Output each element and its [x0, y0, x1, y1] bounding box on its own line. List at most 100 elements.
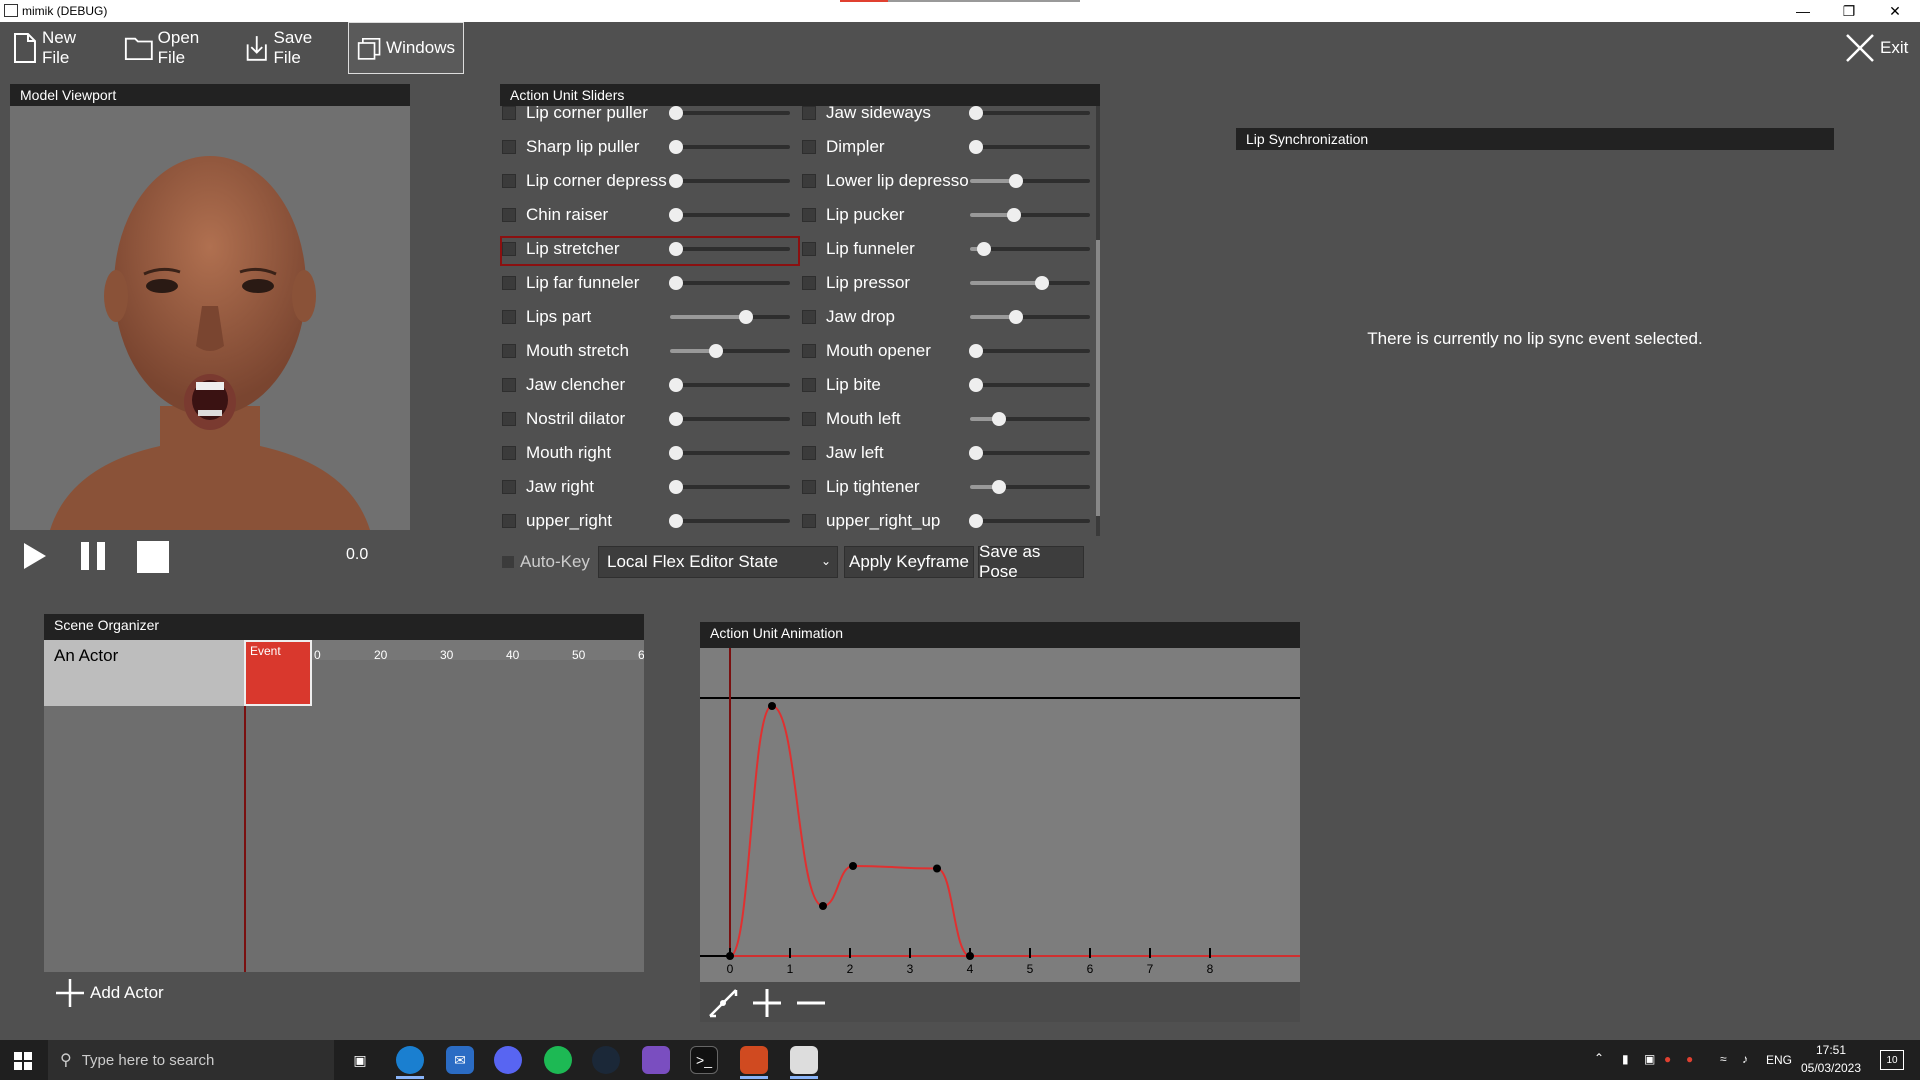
keyframe-point[interactable] — [726, 952, 734, 960]
restore-icon[interactable]: ❐ — [1826, 0, 1872, 22]
slider-track[interactable] — [669, 174, 790, 188]
slider-checkbox[interactable] — [802, 276, 816, 290]
keyframe-point[interactable] — [768, 702, 776, 710]
exit-button[interactable]: Exit — [1836, 22, 1920, 74]
slider-track[interactable] — [970, 276, 1090, 290]
spotify-icon[interactable] — [544, 1046, 572, 1074]
model-viewport[interactable] — [10, 106, 410, 530]
language-indicator[interactable]: ENG — [1766, 1053, 1792, 1067]
slider-checkbox[interactable] — [802, 242, 816, 256]
slider-knob[interactable] — [669, 106, 683, 120]
slider-track[interactable] — [970, 480, 1090, 494]
slider-knob[interactable] — [969, 106, 983, 120]
slider-checkbox[interactable] — [502, 106, 516, 120]
event-block[interactable]: Event — [244, 640, 312, 706]
slider-track[interactable] — [970, 208, 1090, 222]
sliders-scrollbar-thumb[interactable] — [1096, 240, 1100, 516]
wifi-icon[interactable]: ≈ — [1720, 1052, 1727, 1066]
slider-checkbox[interactable] — [802, 208, 816, 222]
visual-studio-icon[interactable] — [642, 1046, 670, 1074]
slider-track[interactable] — [669, 480, 790, 494]
slider-track[interactable] — [969, 344, 1090, 358]
slider-knob[interactable] — [669, 140, 683, 154]
discord-icon[interactable] — [494, 1046, 522, 1074]
slider-checkbox[interactable] — [502, 514, 516, 528]
stop-icon[interactable] — [136, 540, 170, 574]
minimize-icon[interactable]: — — [1780, 0, 1826, 22]
add-actor-button[interactable]: Add Actor — [46, 972, 172, 1014]
slider-track[interactable] — [669, 378, 790, 392]
slider-checkbox[interactable] — [802, 106, 816, 120]
tangent-handle-icon[interactable] — [706, 986, 740, 1020]
app-tray-icon-2[interactable]: ● — [1686, 1052, 1693, 1066]
slider-track[interactable] — [669, 412, 790, 426]
slider-checkbox[interactable] — [502, 480, 516, 494]
new-file-button[interactable]: New File — [4, 22, 116, 74]
slider-knob[interactable] — [669, 174, 683, 188]
state-select[interactable]: Local Flex Editor State ⌄ — [598, 546, 838, 578]
pinned-app-icon[interactable] — [740, 1046, 768, 1074]
slider-knob[interactable] — [669, 412, 683, 426]
slider-track[interactable] — [970, 310, 1090, 324]
slider-knob[interactable] — [991, 480, 1006, 494]
windows-start-icon[interactable] — [14, 1052, 32, 1070]
slider-checkbox[interactable] — [502, 344, 516, 358]
tray-overflow-icon[interactable]: ⌃ — [1594, 1051, 1604, 1065]
save-as-pose-button[interactable]: Save as Pose — [978, 542, 1084, 581]
slider-checkbox[interactable] — [502, 174, 516, 188]
mail-icon[interactable]: ✉ — [446, 1046, 474, 1074]
open-file-button[interactable]: Open File — [116, 22, 234, 74]
notification-icon[interactable]: 10 — [1880, 1050, 1904, 1070]
auto-key-checkbox[interactable] — [502, 556, 514, 568]
device-icon[interactable]: ▣ — [1644, 1052, 1655, 1066]
slider-knob[interactable] — [669, 514, 683, 528]
slider-checkbox[interactable] — [502, 208, 516, 222]
slider-checkbox[interactable] — [802, 140, 816, 154]
slider-track[interactable] — [669, 446, 790, 460]
add-key-icon[interactable] — [750, 986, 784, 1020]
save-file-button[interactable]: Save File — [236, 22, 346, 74]
taskbar-search[interactable]: ⚲ Type here to search — [48, 1040, 334, 1080]
slider-checkbox[interactable] — [802, 480, 816, 494]
slider-knob[interactable] — [669, 276, 683, 290]
slider-track[interactable] — [969, 514, 1090, 528]
slider-knob[interactable] — [669, 208, 683, 222]
slider-knob[interactable] — [977, 242, 992, 256]
slider-knob[interactable] — [738, 310, 753, 324]
animation-curve-editor[interactable]: 0 1 2 3 4 5 6 7 8 — [700, 648, 1300, 982]
battery-icon[interactable]: ▮ — [1622, 1052, 1629, 1066]
steam-icon[interactable] — [592, 1046, 620, 1074]
remove-key-icon[interactable] — [794, 986, 828, 1020]
slider-checkbox[interactable] — [802, 344, 816, 358]
slider-checkbox[interactable] — [802, 412, 816, 426]
slider-knob[interactable] — [969, 446, 983, 460]
keyframe-point[interactable] — [933, 864, 941, 873]
slider-track[interactable] — [969, 446, 1090, 460]
apply-keyframe-button[interactable]: Apply Keyframe — [844, 546, 974, 578]
slider-track[interactable] — [970, 174, 1090, 188]
slider-knob[interactable] — [969, 344, 983, 358]
clock-time[interactable]: 17:51 — [1804, 1043, 1858, 1057]
slider-knob[interactable] — [969, 514, 983, 528]
keyframe-point[interactable] — [849, 862, 857, 870]
close-icon[interactable]: ✕ — [1872, 0, 1918, 22]
play-icon[interactable] — [20, 540, 50, 572]
slider-checkbox[interactable] — [802, 378, 816, 392]
slider-track[interactable] — [669, 276, 790, 290]
slider-knob[interactable] — [669, 378, 683, 392]
slider-knob[interactable] — [669, 446, 683, 460]
slider-knob[interactable] — [969, 378, 983, 392]
slider-track[interactable] — [970, 412, 1090, 426]
slider-knob[interactable] — [1008, 310, 1023, 324]
slider-checkbox[interactable] — [802, 310, 816, 324]
slider-track[interactable] — [669, 208, 790, 222]
slider-track[interactable] — [969, 378, 1090, 392]
windows-button[interactable]: Windows — [348, 22, 464, 74]
clock-date[interactable]: 05/03/2023 — [1800, 1061, 1862, 1075]
slider-checkbox[interactable] — [502, 310, 516, 324]
sliders-list[interactable]: Lip corner puller Sharp lip puller Lip cor… — [500, 106, 1100, 536]
slider-checkbox[interactable] — [502, 140, 516, 154]
actor-row[interactable]: An Actor — [44, 640, 244, 706]
volume-icon[interactable]: ♪ — [1742, 1052, 1748, 1066]
mimik-app-icon[interactable] — [790, 1046, 818, 1074]
